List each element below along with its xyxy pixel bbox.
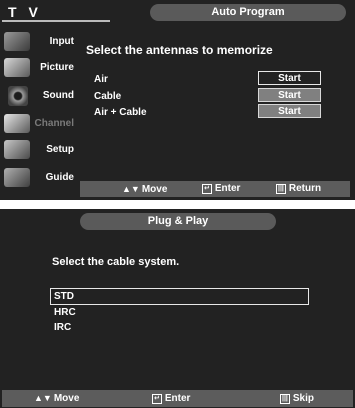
sidebar-item-label: Input	[49, 36, 74, 47]
picture-icon	[4, 58, 30, 77]
screen-title: Auto Program	[150, 4, 346, 21]
input-icon	[4, 32, 30, 51]
up-down-icon: ▲▼	[34, 393, 52, 403]
sidebar-item-guide[interactable]: Guide	[2, 166, 78, 190]
up-down-icon: ▲▼	[122, 184, 140, 194]
option-cable-label: Cable	[94, 91, 122, 102]
sidebar-item-label: Setup	[46, 144, 74, 155]
enter-hint: ↵ Enter	[152, 393, 191, 404]
sound-icon	[8, 86, 28, 106]
setup-icon	[4, 140, 30, 159]
sidebar-item-label: Channel	[34, 118, 74, 129]
move-hint: ▲▼ Move	[122, 181, 167, 198]
enter-hint: ↵ Enter	[202, 183, 241, 194]
start-air-cable-button[interactable]: Start	[258, 104, 321, 118]
sidebar-item-label: Guide	[45, 172, 74, 183]
skip-icon: |||	[280, 394, 290, 404]
move-hint: ▲▼ Move	[34, 390, 79, 407]
screen-title: Plug & Play	[80, 213, 276, 230]
cable-option-irc[interactable]: IRC	[54, 322, 71, 333]
sidebar-item-channel[interactable]: Channel	[2, 112, 78, 136]
sidebar-item-sound[interactable]: Sound	[2, 84, 78, 108]
guide-icon	[4, 168, 30, 187]
sidebar-item-setup[interactable]: Setup	[2, 138, 78, 162]
help-bar: ▲▼ Move ↵ Enter ||| Return	[80, 181, 350, 197]
enter-icon: ↵	[202, 184, 212, 194]
cable-option-hrc[interactable]: HRC	[54, 307, 76, 318]
auto-program-screen: T V Auto Program Input Picture Sound Cha…	[0, 0, 355, 200]
selection-highlight	[50, 288, 309, 305]
sidebar-item-picture[interactable]: Picture	[2, 56, 78, 80]
start-cable-button[interactable]: Start	[258, 88, 321, 102]
sidebar-item-input[interactable]: Input	[2, 30, 78, 54]
help-bar: ▲▼ Move ↵ Enter ||| Skip	[2, 390, 353, 407]
skip-hint: ||| Skip	[280, 393, 315, 404]
sidebar-item-label: Sound	[42, 90, 74, 101]
start-air-button[interactable]: Start	[258, 71, 321, 85]
channel-icon	[4, 114, 30, 133]
sidebar-item-label: Picture	[40, 62, 74, 73]
tv-title: T V	[8, 4, 42, 20]
enter-icon: ↵	[152, 394, 162, 404]
plug-and-play-screen: Plug & Play Select the cable system. STD…	[0, 209, 355, 408]
return-icon: |||	[276, 184, 286, 194]
cable-system-heading: Select the cable system.	[52, 256, 180, 268]
return-hint: ||| Return	[276, 183, 322, 194]
antenna-heading: Select the antennas to memorize	[86, 43, 273, 57]
cable-option-std[interactable]: STD	[54, 291, 74, 302]
option-air-cable-label: Air + Cable	[94, 107, 147, 118]
title-underline	[2, 20, 110, 22]
option-air-label: Air	[94, 74, 108, 85]
sidebar-menu: Input Picture Sound Channel Setup Guide	[0, 26, 78, 198]
